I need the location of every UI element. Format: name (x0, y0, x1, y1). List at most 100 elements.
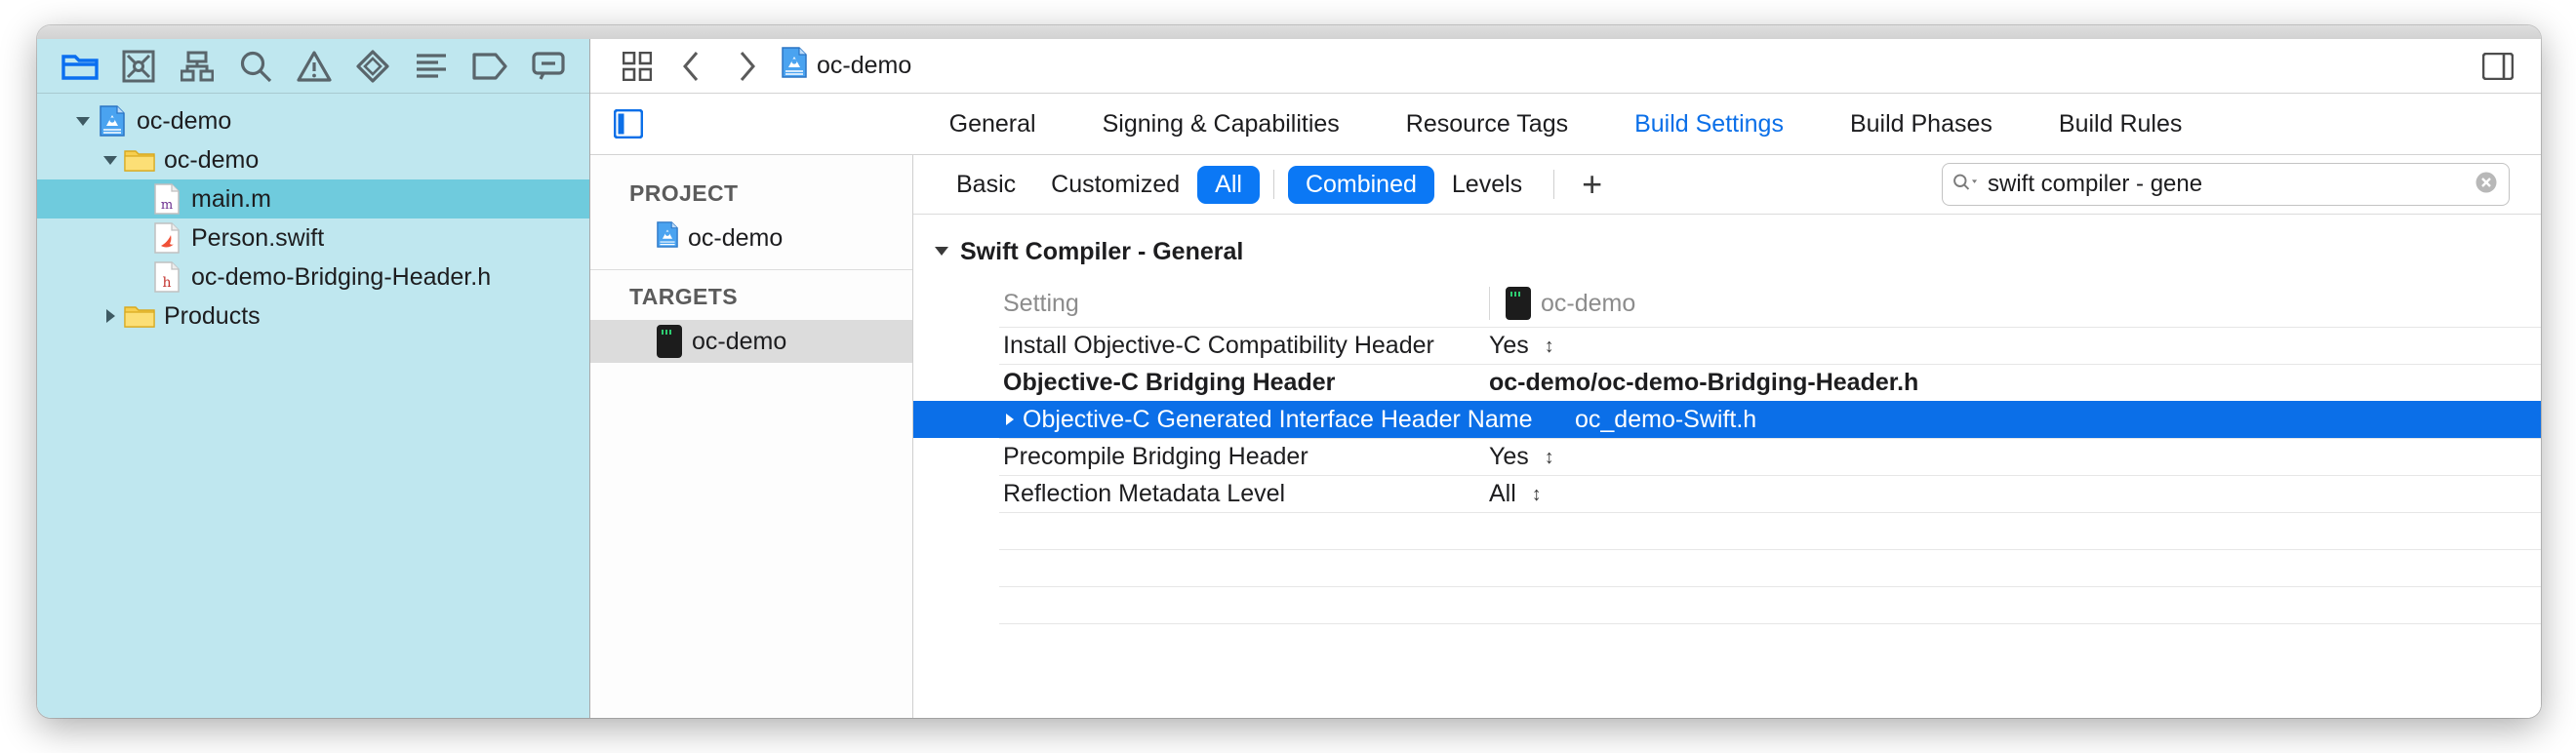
tab-build-phases[interactable]: Build Phases (1817, 110, 2026, 139)
stepper-icon[interactable]: ↕ (1545, 337, 1554, 356)
setting-row-reflection-metadata-level[interactable]: Reflection Metadata Level All ↕ (999, 475, 2541, 512)
tree-row-project[interactable]: oc-demo (37, 101, 589, 140)
tree-label: Products (164, 301, 261, 330)
navigator-toolbar (37, 39, 589, 94)
chevron-right-icon[interactable] (719, 45, 774, 88)
breakpoint-icon[interactable] (402, 44, 461, 89)
app-target-icon (657, 325, 682, 358)
build-settings-filter-bar: Basic Customized All Combined Levels + (913, 155, 2541, 215)
tree-row-bridging-header[interactable]: h oc-demo-Bridging-Header.h (37, 258, 589, 297)
tree-label: main.m (191, 184, 271, 213)
source-control-icon[interactable] (109, 44, 168, 89)
folder-icon[interactable] (51, 44, 109, 89)
setting-row-objc-bridging-header[interactable]: Objective-C Bridging Header oc-demo/oc-d… (999, 364, 2541, 401)
target-item-label: oc-demo (692, 327, 787, 355)
tab-build-rules[interactable]: Build Rules (2026, 110, 2215, 139)
header-h-file-icon: h (150, 261, 183, 293)
filter-all-button[interactable]: All (1197, 165, 1260, 204)
tab-resource-tags[interactable]: Resource Tags (1373, 110, 1601, 139)
tag-icon[interactable] (461, 44, 519, 89)
target-item-oc-demo[interactable]: oc-demo (590, 320, 912, 363)
xcode-window: oc-demo oc-demo m main.m Person.swift h … (37, 25, 2541, 718)
setting-row-objc-generated-interface-header-name[interactable]: Objective-C Generated Interface Header N… (913, 401, 2541, 438)
objc-m-file-icon: m (150, 183, 183, 215)
hierarchy-icon[interactable] (168, 44, 226, 89)
tab-build-settings[interactable]: Build Settings (1601, 110, 1817, 139)
tab-list: General Signing & Capabilities Resource … (666, 110, 2465, 139)
stepper-icon[interactable]: ↕ (1545, 448, 1554, 467)
warning-icon[interactable] (285, 44, 343, 89)
project-group-header: PROJECT (629, 180, 739, 206)
tree-label: oc-demo-Bridging-Header.h (191, 262, 492, 291)
setting-value[interactable]: All ↕ (1489, 480, 2541, 508)
search-input[interactable] (1986, 170, 2466, 199)
setting-value-text: Yes (1489, 443, 1529, 470)
setting-value-text: oc-demo/oc-demo-Bridging-Header.h (1489, 369, 1919, 396)
disclosure-triangle-down-icon[interactable] (98, 150, 123, 170)
filter-separator (1553, 170, 1555, 199)
project-item-label: oc-demo (688, 223, 784, 252)
filter-customized-button[interactable]: Customized (1033, 166, 1197, 204)
tab-signing-capabilities[interactable]: Signing & Capabilities (1069, 110, 1373, 139)
search-field[interactable] (1942, 163, 2510, 206)
xcode-project-icon (96, 105, 129, 137)
setting-value[interactable]: oc_demo-Swift.h (1575, 406, 2541, 434)
settings-empty-row (999, 623, 2541, 660)
swift-file-icon (150, 222, 183, 254)
tree-label: Person.swift (191, 223, 325, 252)
setting-name: Precompile Bridging Header (1003, 443, 1308, 470)
disclosure-triangle-right-icon[interactable] (1003, 406, 1017, 434)
setting-value[interactable]: Yes ↕ (1489, 443, 2541, 471)
navigator-file-tree: oc-demo oc-demo m main.m Person.swift h … (37, 94, 589, 718)
targets-sidebar: PROJECT oc-demo TARGETS oc-demo (590, 155, 913, 718)
project-navigator-toggle-icon[interactable] (590, 109, 666, 139)
xcode-project-icon (657, 221, 678, 255)
tree-row-products[interactable]: Products (37, 297, 589, 336)
settings-section-title: Swift Compiler - General (960, 238, 1244, 265)
tab-general[interactable]: General (916, 110, 1069, 139)
add-setting-button[interactable]: + (1568, 167, 1616, 202)
folder-icon (123, 303, 156, 329)
multi-editor-icon[interactable] (610, 45, 664, 88)
column-header-target: oc-demo (1489, 287, 2541, 320)
filter-levels-button[interactable]: Levels (1434, 166, 1540, 204)
editor-area: oc-demo General Signing & Capabilities R… (590, 39, 2541, 718)
search-icon[interactable] (226, 44, 285, 89)
settings-section-header[interactable]: Swift Compiler - General (913, 215, 2541, 280)
disclosure-triangle-right-icon[interactable] (98, 306, 123, 326)
breadcrumb-item-project[interactable]: oc-demo (782, 47, 911, 85)
tree-row-group[interactable]: oc-demo (37, 140, 589, 179)
setting-name-cell: Objective-C Generated Interface Header N… (999, 406, 1575, 434)
chevron-left-icon[interactable] (664, 45, 719, 88)
setting-value[interactable]: oc-demo/oc-demo-Bridging-Header.h (1489, 369, 2541, 397)
settings-table: Swift Compiler - General Setting oc-demo… (913, 215, 2541, 718)
folder-icon (123, 147, 156, 173)
targets-group-header: TARGETS (629, 284, 738, 309)
filter-basic-button[interactable]: Basic (939, 166, 1033, 204)
project-item-oc-demo[interactable]: oc-demo (590, 217, 912, 259)
setting-name: Objective-C Bridging Header (1003, 369, 1336, 396)
setting-value-text: oc_demo-Swift.h (1575, 406, 1757, 433)
settings-empty-row (999, 512, 2541, 549)
svg-text:m: m (161, 198, 173, 213)
disclosure-triangle-down-icon[interactable] (70, 111, 96, 131)
setting-row-precompile-bridging-header[interactable]: Precompile Bridging Header Yes ↕ (999, 438, 2541, 475)
window-body: oc-demo oc-demo m main.m Person.swift h … (37, 39, 2541, 718)
tree-row-person-swift[interactable]: Person.swift (37, 218, 589, 258)
setting-value-text: Yes (1489, 332, 1529, 359)
tree-row-main-m[interactable]: m main.m (37, 179, 589, 218)
filter-combined-button[interactable]: Combined (1287, 165, 1434, 204)
toggle-inspector-icon[interactable] (2471, 45, 2525, 88)
report-icon[interactable] (519, 44, 578, 89)
setting-row-install-objc-compat-header[interactable]: Install Objective-C Compatibility Header… (999, 327, 2541, 364)
setting-value[interactable]: Yes ↕ (1489, 332, 2541, 360)
editor-panes: PROJECT oc-demo TARGETS oc-demo Basic Cu… (590, 155, 2541, 718)
breadcrumb-label: oc-demo (817, 52, 912, 79)
setting-name: Install Objective-C Compatibility Header (1003, 332, 1434, 359)
filter-separator (1272, 170, 1274, 199)
debug-icon[interactable] (343, 44, 402, 89)
disclosure-triangle-down-icon[interactable] (933, 238, 950, 266)
clear-circle-icon[interactable] (2474, 170, 2499, 200)
setting-value-text: All (1489, 480, 1516, 507)
stepper-icon[interactable]: ↕ (1532, 485, 1542, 504)
